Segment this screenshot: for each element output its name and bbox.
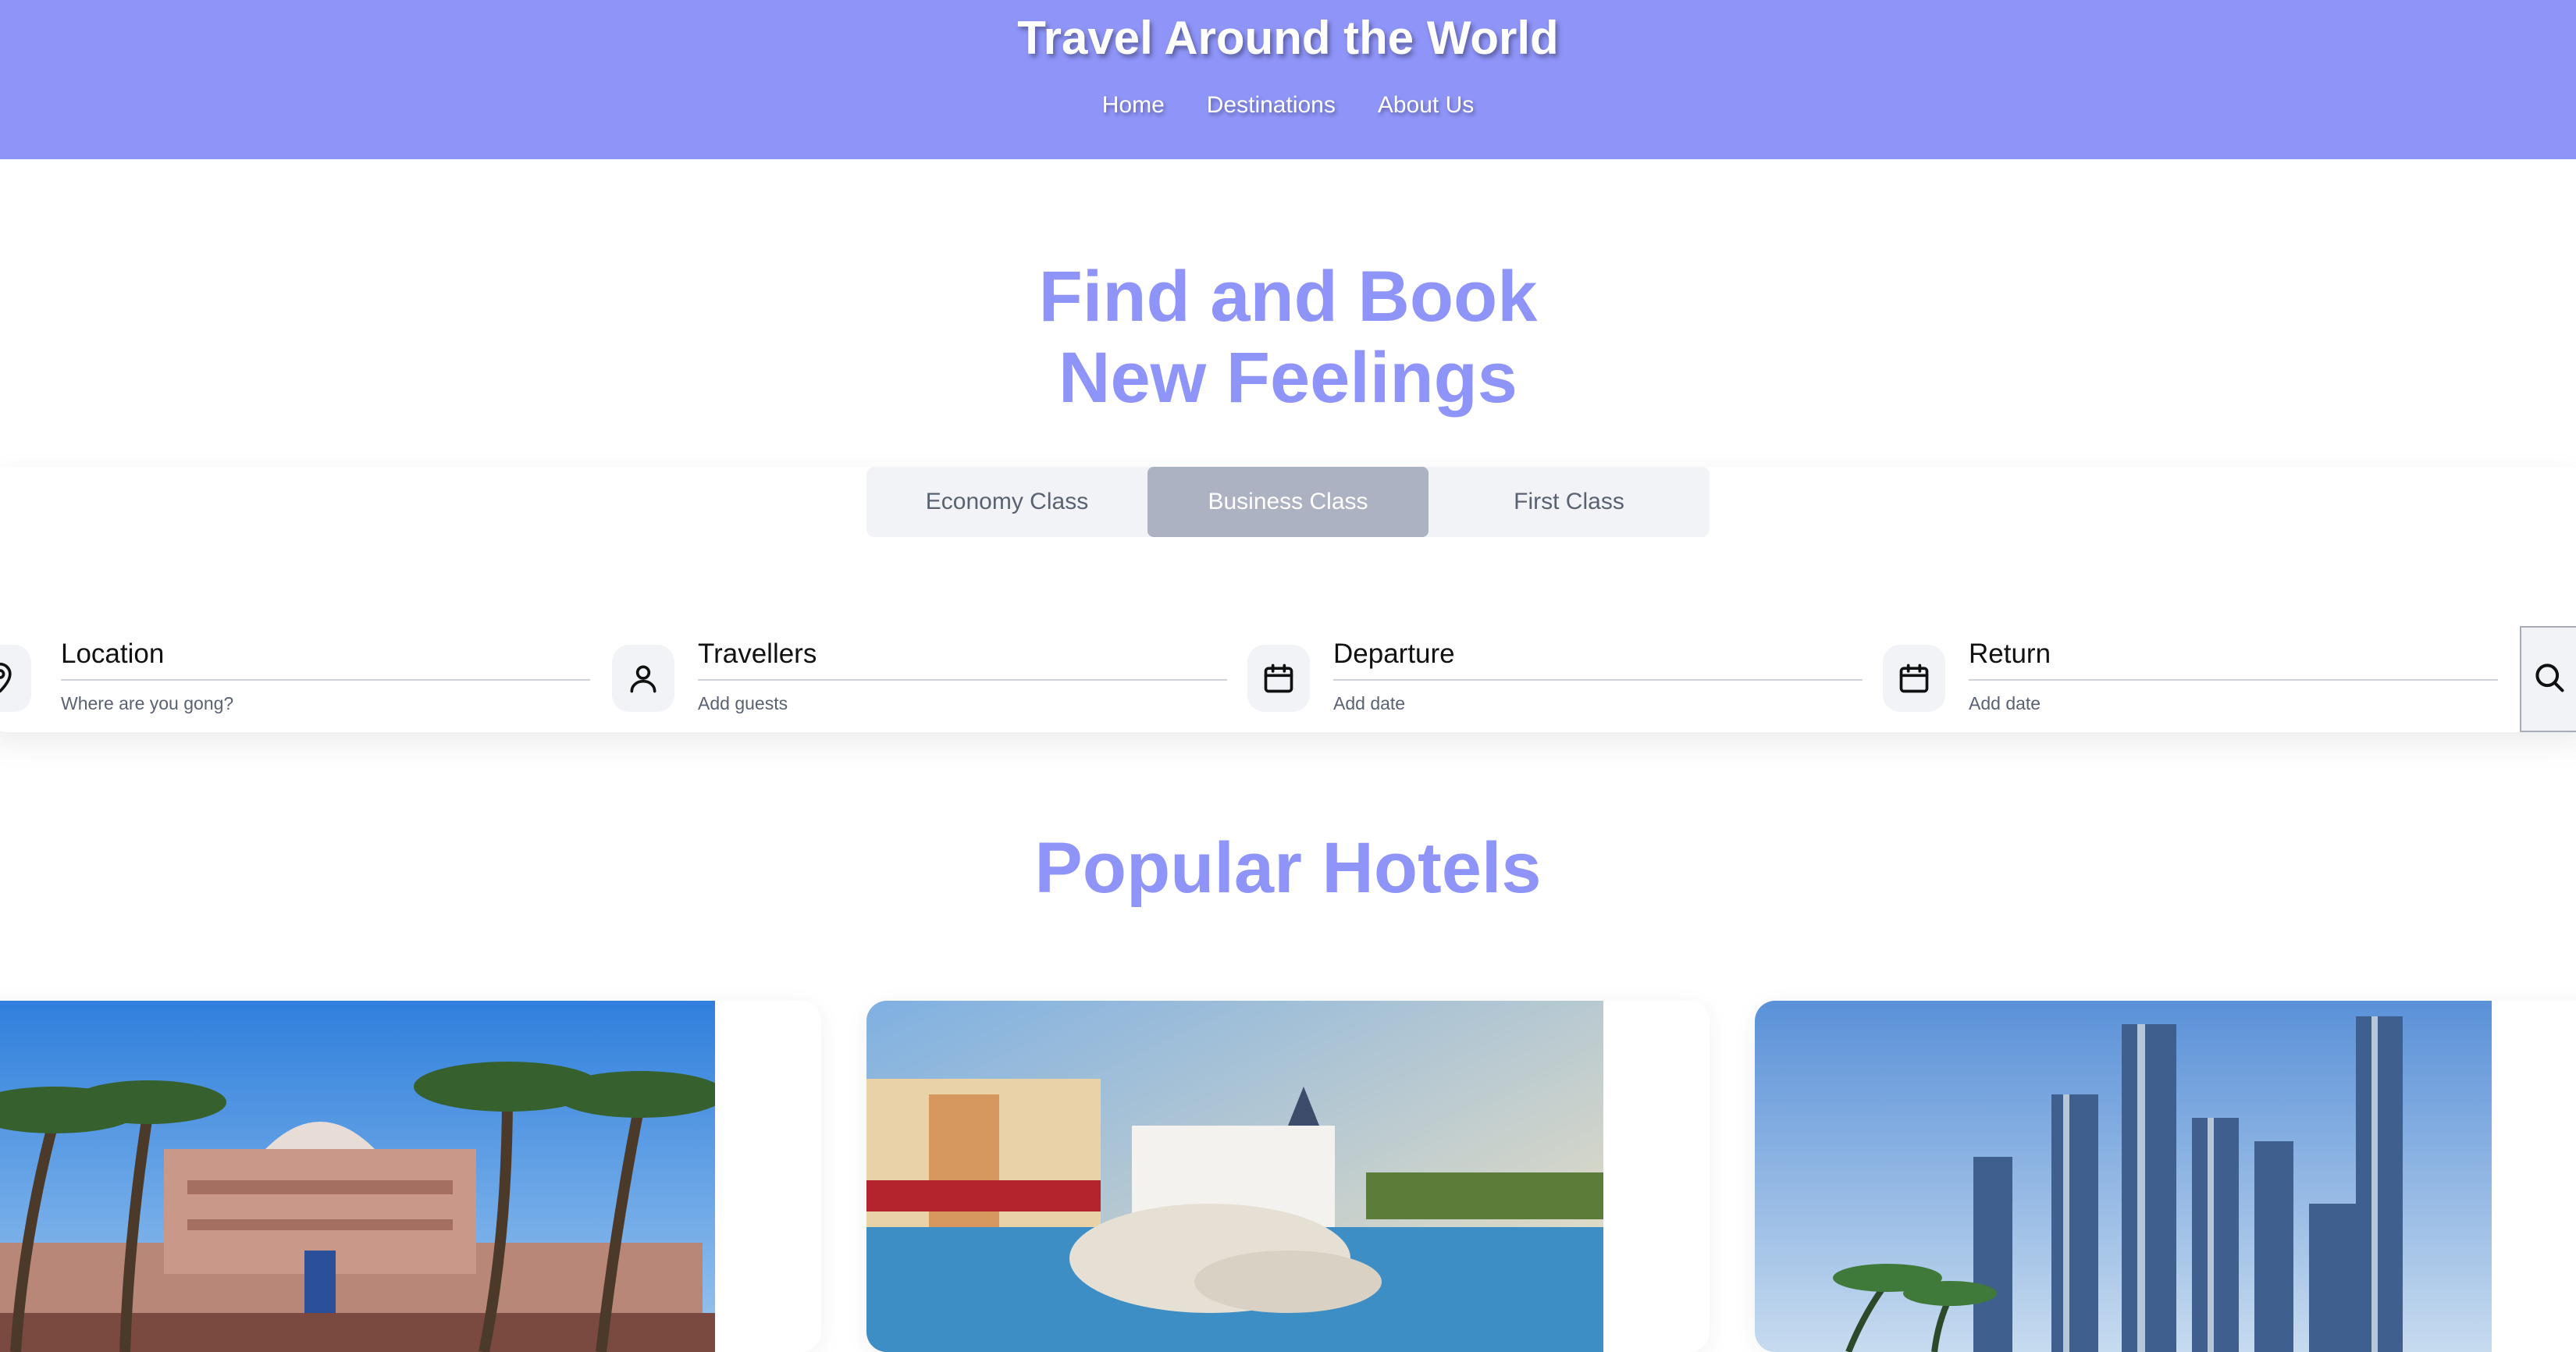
site-title: Travel Around the World [1017, 12, 1559, 64]
location-divider [61, 679, 590, 681]
travellers-hint: Add guests [698, 693, 788, 713]
nav-destinations-link[interactable]: Destinations [1207, 92, 1336, 119]
hotel-card[interactable] [1755, 1001, 2576, 1352]
hotel-image [1755, 1001, 2492, 1352]
travellers-field[interactable]: Travellers Add guests [612, 639, 1229, 732]
hotel-image [866, 1001, 1603, 1352]
map-pin-icon [0, 645, 31, 712]
location-hint: Where are you gong? [61, 693, 234, 713]
location-field[interactable]: Location Where are you gong? [0, 639, 593, 732]
hotel-image [0, 1001, 715, 1352]
calendar-icon [1247, 645, 1310, 712]
departure-field[interactable]: Departure Add date [1247, 639, 1864, 732]
tab-first-class[interactable]: First Class [1429, 467, 1710, 537]
hero-title-line-2: New Feelings [1059, 338, 1517, 418]
hotel-card[interactable] [0, 1001, 821, 1352]
calendar-icon [1883, 645, 1945, 712]
user-icon [612, 645, 674, 712]
return-divider [1969, 679, 2498, 681]
nav-home-link[interactable]: Home [1102, 92, 1165, 119]
hotel-card[interactable] [866, 1001, 1710, 1352]
site-header: Travel Around the World Home Destination… [0, 0, 2576, 159]
tab-business-class[interactable]: Business Class [1147, 467, 1429, 537]
location-label: Location [61, 639, 165, 669]
hero-title-line-1: Find and Book [1038, 257, 1538, 336]
nav-about-us-link[interactable]: About Us [1378, 92, 1474, 119]
travellers-label: Travellers [698, 639, 817, 669]
departure-label: Departure [1333, 639, 1455, 669]
tab-economy-class[interactable]: Economy Class [866, 467, 1147, 537]
search-button[interactable] [2520, 626, 2576, 732]
departure-hint: Add date [1333, 693, 1406, 713]
main-nav: Home Destinations About Us [0, 92, 2576, 119]
return-field[interactable]: Return Add date [1883, 639, 2500, 732]
popular-hotels-title: Popular Hotels [1034, 828, 1542, 908]
return-hint: Add date [1969, 693, 2041, 713]
travel-class-tabs: Economy Class Business Class First Class [866, 467, 1710, 537]
departure-divider [1333, 679, 1863, 681]
search-icon [2535, 660, 2576, 699]
travellers-divider [698, 679, 1227, 681]
hero-title: Find and Book New Feelings [0, 256, 2576, 418]
return-label: Return [1969, 639, 2051, 669]
